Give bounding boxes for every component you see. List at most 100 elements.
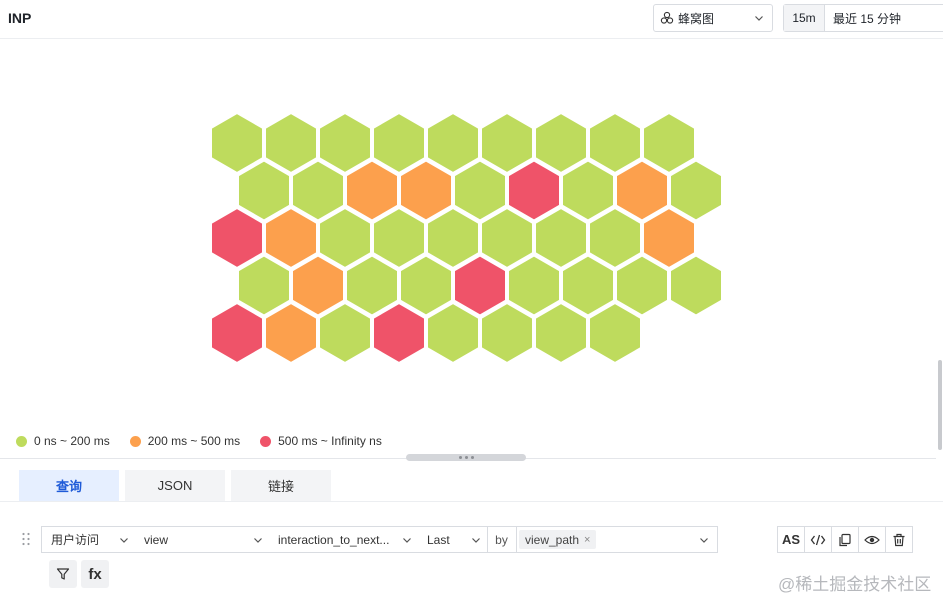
honeycomb-cell[interactable] <box>237 159 291 222</box>
honeycomb-cell[interactable] <box>345 159 399 222</box>
source-select[interactable]: 用户访问 <box>41 526 136 553</box>
honeycomb-cell[interactable] <box>426 112 480 174</box>
honeycomb-cell[interactable] <box>372 302 426 364</box>
honeycomb-cell[interactable] <box>669 159 723 222</box>
honeycomb-cell[interactable] <box>426 207 480 269</box>
honeycomb-cell[interactable] <box>372 112 426 174</box>
time-range-label[interactable]: 最近 15 分钟 <box>825 5 943 31</box>
honeycomb-cell[interactable] <box>399 159 453 222</box>
honeycomb-cell[interactable] <box>453 159 507 222</box>
honeycomb-cell[interactable] <box>426 302 480 364</box>
legend-dot-low <box>16 435 27 447</box>
function-button[interactable]: fx <box>81 560 109 588</box>
honeycomb-chart <box>210 112 723 364</box>
drag-handle-icon[interactable] <box>21 532 31 546</box>
tag-close-icon[interactable]: × <box>584 534 590 546</box>
honeycomb-icon <box>660 11 674 24</box>
honeycomb-cell[interactable] <box>345 254 399 317</box>
honeycomb-cell[interactable] <box>372 207 426 269</box>
aggregation-value: Last <box>427 532 450 547</box>
chevron-down-icon <box>755 16 763 21</box>
honeycomb-cell[interactable] <box>318 302 372 364</box>
tabs-divider <box>0 501 943 502</box>
chevron-down-icon <box>700 537 708 543</box>
honeycomb-cell[interactable] <box>291 159 345 222</box>
time-shortcut[interactable]: 15m <box>784 5 825 31</box>
code-button[interactable] <box>804 526 832 553</box>
honeycomb-cell[interactable] <box>210 207 264 269</box>
honeycomb-cell[interactable] <box>588 302 642 364</box>
legend-item-mid: 200 ms ~ 500 ms <box>129 434 241 448</box>
visualization-select[interactable]: 蜂窝图 <box>653 4 773 32</box>
legend-label-high: 500 ms ~ Infinity ns <box>278 434 382 448</box>
honeycomb-cell[interactable] <box>264 302 318 364</box>
honeycomb-cell[interactable] <box>318 112 372 174</box>
panel-title: INP <box>8 10 32 26</box>
header-divider <box>0 38 943 39</box>
honeycomb-cell[interactable] <box>264 112 318 174</box>
honeycomb-cell[interactable] <box>615 159 669 222</box>
honeycomb-cell[interactable] <box>588 207 642 269</box>
code-icon <box>810 534 826 545</box>
measurement-select[interactable]: view <box>135 526 270 553</box>
visualization-label: 蜂窝图 <box>678 11 715 26</box>
time-range-picker[interactable]: 15m 最近 15 分钟 <box>783 4 943 32</box>
legend-label-low: 0 ns ~ 200 ms <box>34 434 110 448</box>
honeycomb-cell[interactable] <box>669 254 723 317</box>
honeycomb-cell[interactable] <box>507 159 561 222</box>
honeycomb-cell[interactable] <box>480 302 534 364</box>
source-value: 用户访问 <box>51 533 100 547</box>
legend-item-high: 500 ms ~ Infinity ns <box>260 434 382 448</box>
honeycomb-cell[interactable] <box>480 207 534 269</box>
trash-icon <box>893 533 905 546</box>
chart-legend: 0 ns ~ 200 ms 200 ms ~ 500 ms 500 ms ~ I… <box>16 434 382 448</box>
tab-json[interactable]: JSON <box>125 470 225 501</box>
honeycomb-cell[interactable] <box>264 207 318 269</box>
legend-dot-mid <box>129 435 141 447</box>
honeycomb-cell[interactable] <box>642 207 696 269</box>
aggregation-select[interactable]: Last <box>418 526 488 553</box>
honeycomb-cell[interactable] <box>588 112 642 174</box>
honeycomb-cell[interactable] <box>210 112 264 174</box>
chevron-down-icon <box>254 537 262 543</box>
group-by-tag: view_path × <box>519 530 597 549</box>
honeycomb-cell[interactable] <box>237 254 291 317</box>
tab-query[interactable]: 查询 <box>19 470 119 501</box>
by-label: by <box>487 526 517 553</box>
field-value: interaction_to_next... <box>278 532 390 547</box>
copy-button[interactable] <box>831 526 859 553</box>
visibility-button[interactable] <box>858 526 886 553</box>
group-by-tag-label: view_path <box>525 532 580 547</box>
chevron-down-icon <box>403 537 411 543</box>
honeycomb-cell[interactable] <box>318 207 372 269</box>
alias-button[interactable]: AS <box>777 526 805 553</box>
legend-label-mid: 200 ms ~ 500 ms <box>147 434 241 448</box>
field-select[interactable]: interaction_to_next... <box>269 526 419 553</box>
vertical-scrollbar[interactable] <box>938 360 942 450</box>
chevron-down-icon <box>120 537 128 543</box>
filter-button[interactable] <box>49 560 77 588</box>
honeycomb-cell[interactable] <box>561 159 615 222</box>
honeycomb-cell[interactable] <box>480 112 534 174</box>
honeycomb-cell[interactable] <box>642 112 696 174</box>
watermark: @稀土掘金技术社区 <box>778 575 932 594</box>
eye-icon <box>864 535 880 544</box>
honeycomb-cell[interactable] <box>534 112 588 174</box>
filter-icon <box>56 568 70 580</box>
honeycomb-cell[interactable] <box>399 254 453 317</box>
honeycomb-cell[interactable] <box>615 254 669 317</box>
panel-resize-handle[interactable] <box>406 454 526 461</box>
honeycomb-cell[interactable] <box>210 302 264 364</box>
honeycomb-cell[interactable] <box>534 207 588 269</box>
honeycomb-cell[interactable] <box>534 302 588 364</box>
legend-dot-high <box>260 435 272 447</box>
honeycomb-cell[interactable] <box>291 254 345 317</box>
honeycomb-cell[interactable] <box>453 254 507 317</box>
delete-button[interactable] <box>885 526 913 553</box>
copy-icon <box>839 533 851 546</box>
measurement-value: view <box>144 532 169 547</box>
honeycomb-cell[interactable] <box>561 254 615 317</box>
group-by-select[interactable]: view_path × <box>516 526 718 553</box>
tab-link[interactable]: 链接 <box>231 470 331 501</box>
honeycomb-cell[interactable] <box>507 254 561 317</box>
